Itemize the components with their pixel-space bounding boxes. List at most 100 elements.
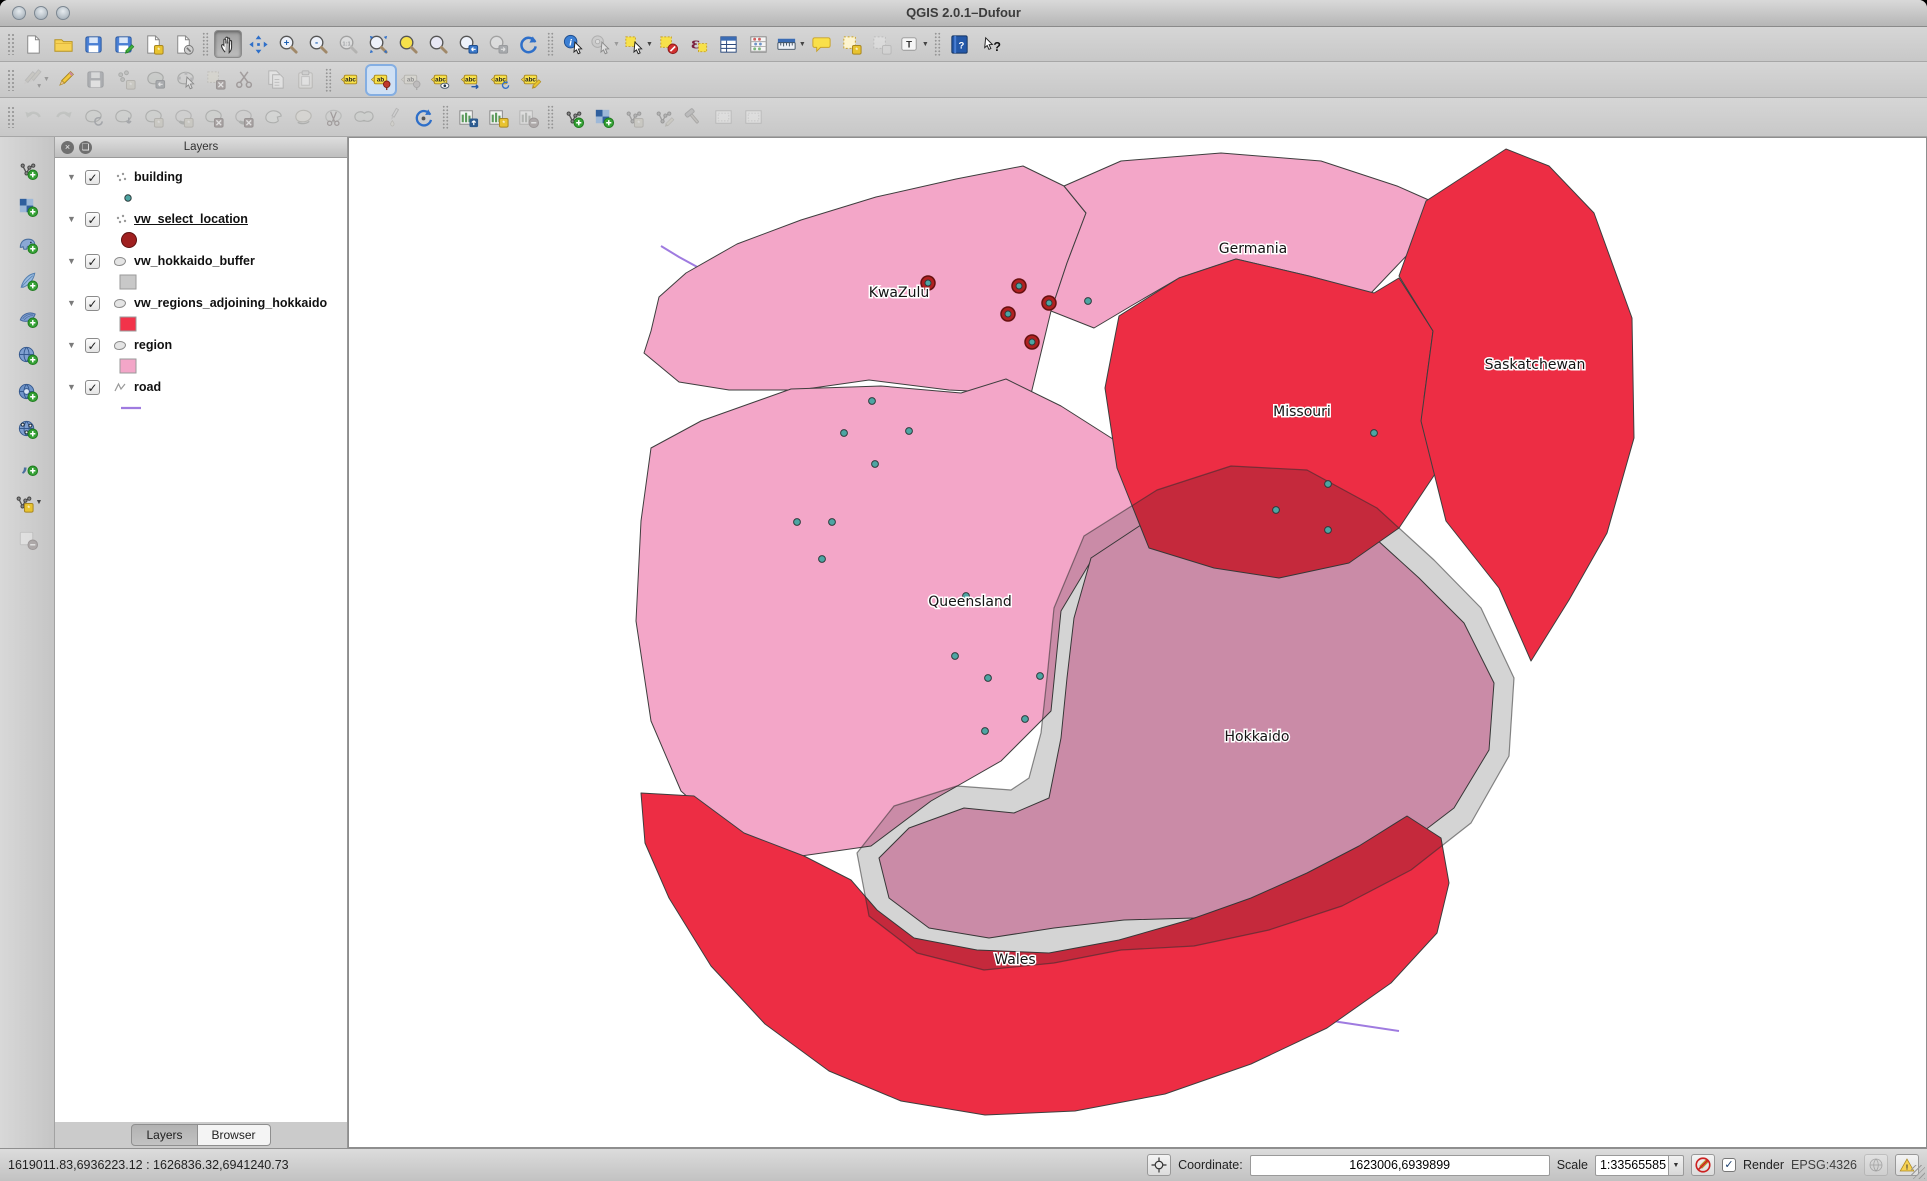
toolbar-drag-handle[interactable] xyxy=(7,33,15,55)
zoom-last-button[interactable] xyxy=(454,30,482,58)
zoom-out-button[interactable]: - xyxy=(304,30,332,58)
show-bookmarks-button[interactable] xyxy=(868,30,896,58)
rotate-point-symbols-button[interactable] xyxy=(409,103,437,131)
crs-status-button[interactable] xyxy=(1864,1154,1888,1176)
select-features-button[interactable]: ▼ xyxy=(622,30,653,58)
zoom-next-button[interactable] xyxy=(484,30,512,58)
identify-features-button[interactable]: i xyxy=(559,30,587,58)
field-calculator-button[interactable] xyxy=(745,30,773,58)
layer-label[interactable]: road xyxy=(134,380,161,394)
stop-render-button[interactable] xyxy=(1691,1154,1715,1176)
composer-template-2-button[interactable] xyxy=(739,103,767,131)
layer-item-region[interactable]: ▼✓region xyxy=(55,334,347,356)
layer-label[interactable]: building xyxy=(134,170,183,184)
layer-expand-icon[interactable]: ▼ xyxy=(67,214,81,224)
layer-item-vw_select_location[interactable]: ▼ ✓ vw_select_location xyxy=(55,208,347,230)
render-checkbox[interactable]: ✓ xyxy=(1722,1158,1736,1172)
label-rotate-button[interactable]: abc xyxy=(487,66,515,94)
new-bookmark-button[interactable]: * xyxy=(838,30,866,58)
zoom-full-button[interactable] xyxy=(364,30,392,58)
add-delimited-text-layer-button[interactable]: , xyxy=(13,452,41,480)
delete-part-button[interactable] xyxy=(229,103,257,131)
layer-label[interactable]: vw_select_location xyxy=(134,212,248,226)
current-edits-button[interactable]: ▾▼ xyxy=(19,66,50,94)
deselect-features-button[interactable] xyxy=(655,30,683,58)
undo-button[interactable] xyxy=(19,103,47,131)
redo-button[interactable] xyxy=(49,103,77,131)
open-project-button[interactable] xyxy=(49,30,77,58)
layer-expand-icon[interactable]: ▼ xyxy=(67,172,81,182)
zoom-to-selection-button[interactable] xyxy=(394,30,422,58)
new-project-button[interactable] xyxy=(19,30,47,58)
scale-dropdown-button[interactable]: ▼ xyxy=(1669,1155,1684,1176)
add-raster-layer-button[interactable] xyxy=(13,193,41,221)
panel-float-icon[interactable]: ❏ xyxy=(79,141,92,154)
save-layer-edits-button[interactable] xyxy=(82,66,110,94)
db-import-layer-button[interactable]: * xyxy=(484,103,512,131)
add-spatialite-layer-button[interactable] xyxy=(13,267,41,295)
layer-item-vw_hokkaido_buffer[interactable]: ▼ ✓ vw_hokkaido_buffer xyxy=(55,250,347,272)
save-project-button[interactable] xyxy=(79,30,107,58)
label-pin-unpin-button[interactable]: ab xyxy=(367,66,395,94)
reshape-features-button[interactable] xyxy=(259,103,287,131)
mouse-position-toggle-button[interactable] xyxy=(1147,1154,1171,1176)
coordinate-input[interactable] xyxy=(1250,1155,1550,1176)
fill-ring-button[interactable] xyxy=(379,103,407,131)
add-mssql-layer-button[interactable] xyxy=(13,304,41,332)
move-feature-button[interactable] xyxy=(142,66,170,94)
layer-item-building[interactable]: ▼✓building xyxy=(55,166,347,188)
whats-this-button[interactable]: ? xyxy=(976,30,1004,58)
map-tips-button[interactable] xyxy=(808,30,836,58)
layer-save-as-button[interactable]: * xyxy=(619,103,647,131)
toggle-editing-button[interactable] xyxy=(52,66,80,94)
select-by-expression-button[interactable]: ε xyxy=(685,30,713,58)
open-attribute-table-button[interactable] xyxy=(715,30,743,58)
layer-label[interactable]: vw_regions_adjoining_hokkaido xyxy=(134,296,327,310)
toolbar-drag-handle[interactable] xyxy=(7,106,15,128)
zoom-native-button[interactable]: 1:1 xyxy=(334,30,362,58)
add-ring-button[interactable]: * xyxy=(139,103,167,131)
paste-features-button[interactable] xyxy=(292,66,320,94)
layer-expand-icon[interactable]: ▼ xyxy=(67,340,81,350)
layer-visibility-checkbox[interactable]: ✓ xyxy=(85,296,100,311)
cut-features-button[interactable] xyxy=(232,66,260,94)
add-feature-button[interactable]: * xyxy=(112,66,140,94)
layer-visibility-checkbox[interactable]: ✓ xyxy=(85,212,100,227)
layer-visibility-checkbox[interactable]: ✓ xyxy=(85,254,100,269)
zoom-to-layer-button[interactable] xyxy=(424,30,452,58)
layer-labeling-options-button[interactable]: abc xyxy=(337,66,365,94)
add-part-button[interactable]: * xyxy=(169,103,197,131)
layer-item-vw_regions_adjoining_hokkaido[interactable]: ▼ ✓ vw_regions_adjoining_hokkaido xyxy=(55,292,347,314)
label-move-button[interactable]: abc xyxy=(457,66,485,94)
composer-manager-button[interactable] xyxy=(169,30,197,58)
toolbar-drag-handle[interactable] xyxy=(7,69,15,91)
panel-close-icon[interactable]: × xyxy=(61,141,74,154)
layer-expand-icon[interactable]: ▼ xyxy=(67,298,81,308)
add-wcs-layer-button[interactable] xyxy=(13,378,41,406)
layer-label[interactable]: vw_hokkaido_buffer xyxy=(134,254,255,268)
db-upload-layer-button[interactable] xyxy=(454,103,482,131)
copy-features-button[interactable] xyxy=(262,66,290,94)
add-wms-layer-button[interactable] xyxy=(13,341,41,369)
add-postgis-layer-button[interactable] xyxy=(13,230,41,258)
pan-to-selection-button[interactable] xyxy=(244,30,272,58)
title-bar[interactable]: QGIS 2.0.1–Dufour xyxy=(0,0,1927,27)
measure-button[interactable]: ▼ xyxy=(775,30,806,58)
zoom-in-button[interactable]: + xyxy=(274,30,302,58)
offset-curve-button[interactable] xyxy=(289,103,317,131)
delete-selected-button[interactable] xyxy=(202,66,230,94)
resize-grip[interactable] xyxy=(1911,1165,1925,1179)
new-print-composer-button[interactable]: * xyxy=(139,30,167,58)
text-annotation-button[interactable]: T▼ xyxy=(898,30,929,58)
delete-ring-button[interactable] xyxy=(199,103,227,131)
run-feature-action-button[interactable]: ▼ xyxy=(589,30,620,58)
add-wfs-layer-button[interactable] xyxy=(13,415,41,443)
new-spatialite-layer-button[interactable] xyxy=(559,103,587,131)
layer-expand-icon[interactable]: ▼ xyxy=(67,382,81,392)
node-tool-button[interactable] xyxy=(172,66,200,94)
layer-expand-icon[interactable]: ▼ xyxy=(67,256,81,266)
layer-item-road[interactable]: ▼✓road xyxy=(55,376,347,398)
label-hold-pin-button[interactable]: ab xyxy=(397,66,425,94)
map-composer-tools-button[interactable] xyxy=(679,103,707,131)
split-features-button[interactable] xyxy=(319,103,347,131)
